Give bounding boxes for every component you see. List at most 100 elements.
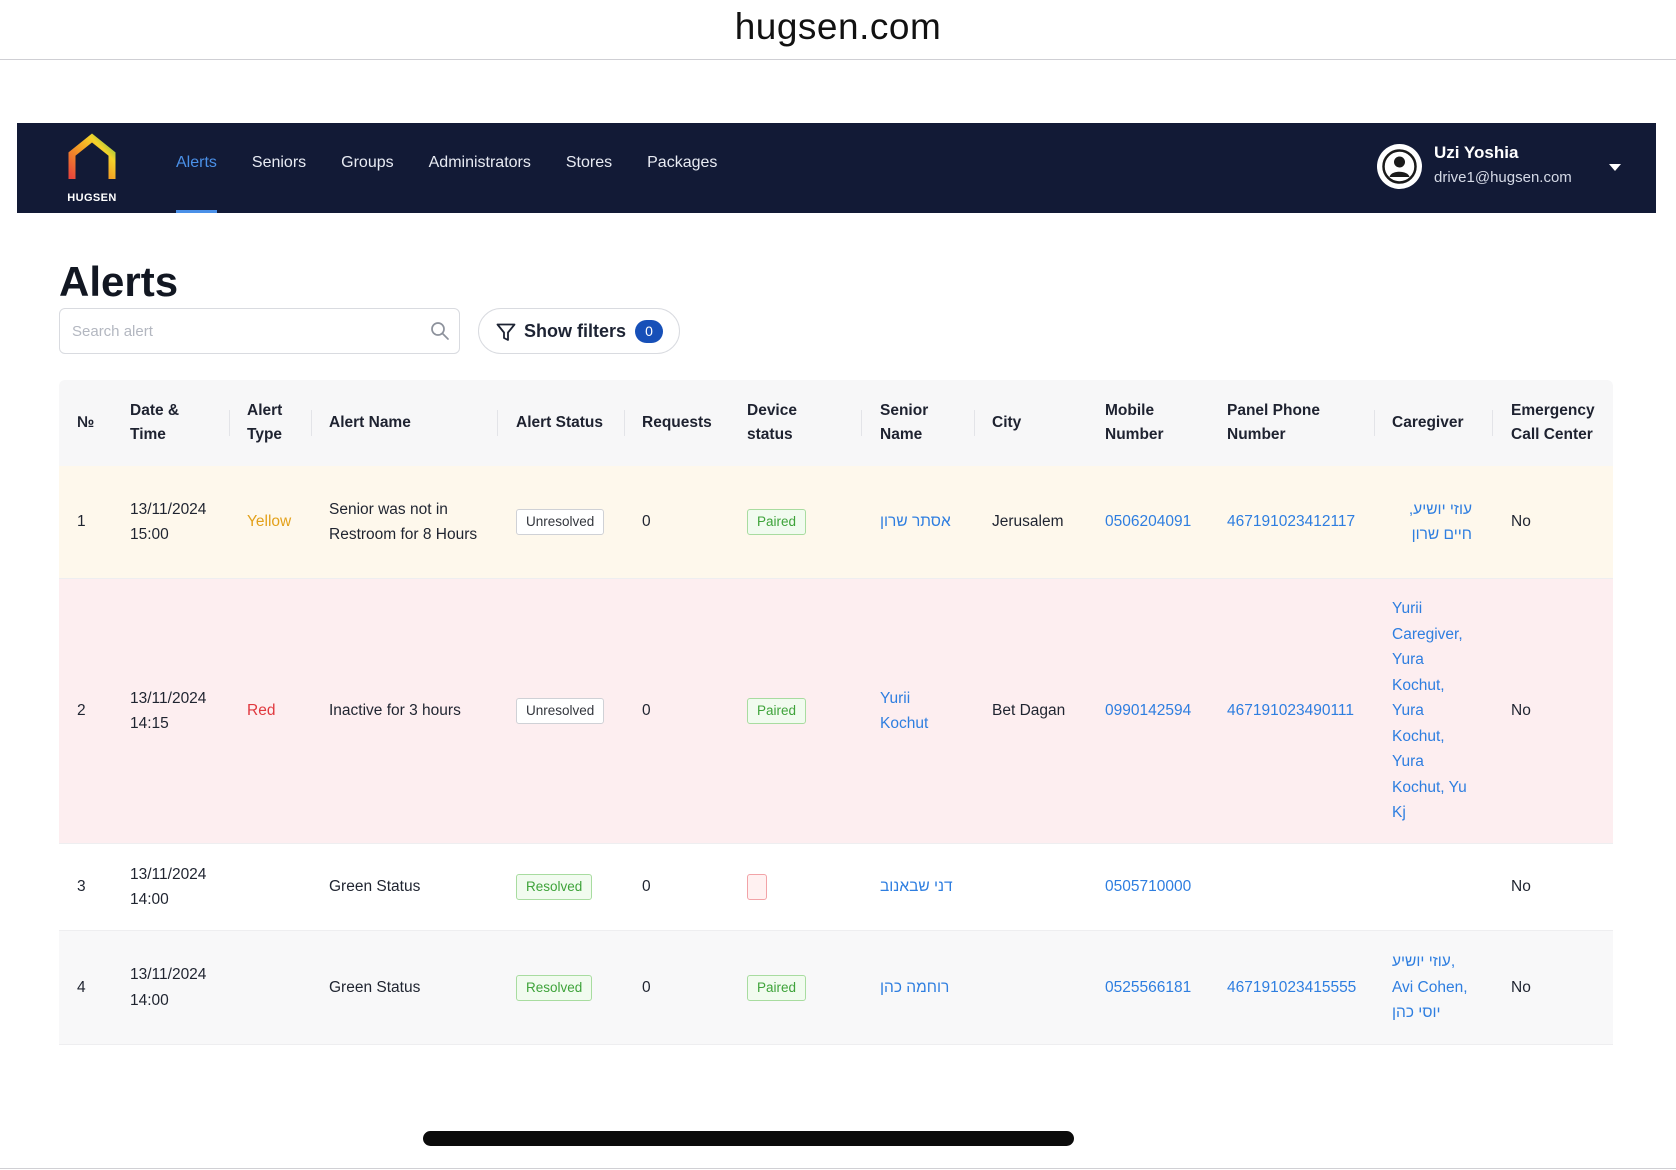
senior-name-link[interactable]: רוחמה כהן [880, 931, 970, 1044]
requests-count: 0 [642, 878, 651, 896]
city [992, 931, 1102, 1044]
column-header-senior-name[interactable]: Senior Name [880, 380, 960, 466]
mobile-number-link[interactable]: 0505710000 [1105, 844, 1191, 930]
user-circle-icon [1382, 149, 1417, 184]
nav-item-stores[interactable]: Stores [566, 123, 612, 213]
alerts-table: № Date & Time Alert Type Alert Name Aler… [59, 380, 1613, 1045]
alert-time: 14:00 [130, 891, 169, 908]
device-status-badge: Paired [747, 509, 807, 535]
nav-item-alerts[interactable]: Alerts [176, 123, 217, 213]
caregiver-link[interactable] [1392, 844, 1474, 930]
row-number: 2 [77, 702, 86, 720]
column-header-panel-phone-number[interactable]: Panel Phone Number [1227, 380, 1352, 466]
city: Bet Dagan [992, 702, 1066, 720]
panel-phone-link[interactable]: 467191023490111 [1227, 579, 1354, 843]
table-row[interactable]: 4 13/11/2024 14:00 Green Status Resolved… [59, 931, 1613, 1045]
status-badge[interactable]: Unresolved [516, 698, 605, 724]
row-number: 3 [77, 878, 86, 896]
table-row[interactable]: 2 13/11/2024 14:15 Red Inactive for 3 ho… [59, 579, 1613, 844]
show-filters-button[interactable]: Show filters 0 [478, 308, 680, 354]
alert-datetime: 13/11/2024 14:00 [130, 931, 225, 1044]
senior-name-link[interactable]: דני שבאנוב [880, 844, 970, 930]
caregiver-link[interactable]: עוזי יושיע, חיים שרון [1392, 466, 1472, 578]
column-header-no[interactable]: № [77, 380, 107, 466]
panel-phone-link[interactable]: 467191023415555 [1227, 931, 1356, 1044]
logo-text: HUGSEN [67, 192, 117, 204]
page-title: Alerts [59, 258, 179, 305]
nav-item-administrators[interactable]: Administrators [429, 123, 531, 213]
column-header-city[interactable]: City [992, 380, 1072, 466]
column-header-date-time[interactable]: Date & Time [130, 380, 205, 466]
nav-item-packages[interactable]: Packages [647, 123, 717, 213]
column-divider [1374, 410, 1375, 436]
panel-phone-link[interactable]: 467191023412117 [1227, 466, 1355, 578]
mobile-number-link[interactable]: 0525566181 [1105, 931, 1191, 1044]
column-header-requests[interactable]: Requests [642, 380, 727, 466]
row-number: 1 [77, 513, 86, 531]
search-box[interactable] [59, 308, 460, 354]
nav-item-seniors[interactable]: Seniors [252, 123, 306, 213]
browser-url-bar[interactable]: hugsen.com [0, 0, 1676, 60]
column-header-caregiver[interactable]: Caregiver [1392, 380, 1492, 466]
senior-name-link[interactable]: Yurii Kochut [880, 579, 940, 843]
column-header-alert-type[interactable]: Alert Type [247, 380, 307, 466]
bottom-divider [0, 1168, 1676, 1169]
caregiver-link[interactable]: Yurii Caregiver, Yura Kochut, Yura Kochu… [1392, 579, 1474, 843]
mobile-number-link[interactable]: 0506204091 [1105, 466, 1191, 578]
alert-type: Yellow [247, 513, 292, 531]
alert-datetime: 13/11/2024 14:15 [130, 579, 225, 843]
alert-name: Inactive for 3 hours [329, 702, 461, 720]
alert-date: 13/11/2024 [130, 865, 207, 883]
filter-count-badge: 0 [635, 320, 663, 343]
column-header-device-status[interactable]: Device status [747, 380, 837, 466]
search-icon[interactable] [430, 321, 450, 341]
device-status-badge: Paired [747, 974, 807, 1001]
show-filters-label: Show filters [524, 321, 627, 341]
alert-time: 14:00 [130, 991, 169, 1009]
column-header-alert-status[interactable]: Alert Status [516, 380, 631, 466]
senior-name-link[interactable]: אסתר שרון [880, 466, 970, 578]
caregiver-link[interactable]: עוזי יושיע, Avi Cohen, יוסי כהן [1392, 931, 1474, 1044]
requests-count: 0 [642, 513, 651, 531]
device-status [747, 844, 767, 930]
device-status-badge [747, 874, 767, 900]
alert-type: Red [247, 702, 276, 720]
home-indicator [423, 1131, 1074, 1146]
column-header-emergency-call-center[interactable]: Emergency Call Center [1511, 380, 1611, 466]
avatar[interactable] [1377, 144, 1422, 189]
device-status-badge: Paired [747, 698, 807, 724]
device-status: Paired [747, 579, 807, 843]
table-row[interactable]: 1 13/11/2024 15:00 Yellow Senior was not… [59, 466, 1613, 579]
alert-datetime: 13/11/2024 14:00 [130, 844, 225, 930]
alert-status: Resolved [516, 844, 593, 930]
search-input[interactable] [72, 309, 422, 353]
status-badge[interactable]: Unresolved [516, 509, 605, 535]
column-divider [974, 410, 975, 436]
alert-date: 13/11/2024 [130, 689, 207, 707]
alert-date: 13/11/2024 [130, 500, 207, 518]
status-badge[interactable]: Resolved [516, 874, 593, 900]
column-header-mobile-number[interactable]: Mobile Number [1105, 380, 1195, 466]
user-name: Uzi Yoshia [1434, 143, 1519, 162]
browser-url[interactable]: hugsen.com [0, 6, 1676, 48]
alert-time: 14:15 [130, 715, 169, 732]
hugsen-logo[interactable]: HUGSEN [62, 133, 122, 204]
nav-item-groups[interactable]: Groups [341, 123, 393, 213]
mobile-number-link[interactable]: 0990142594 [1105, 579, 1191, 843]
nav-menu: Alerts Seniors Groups Administrators Sto… [176, 123, 752, 213]
house-logo-icon [68, 133, 116, 179]
chevron-down-icon[interactable] [1609, 164, 1621, 171]
user-menu[interactable]: Uzi Yoshia drive1@hugsen.com [1377, 140, 1637, 196]
alert-time: 15:00 [130, 526, 169, 543]
status-badge[interactable]: Resolved [516, 974, 593, 1001]
alert-name: Green Status [329, 878, 421, 896]
city: Jerusalem [992, 513, 1064, 531]
user-email: drive1@hugsen.com [1434, 169, 1572, 186]
emergency-call-center: No [1511, 978, 1531, 996]
column-divider [497, 410, 498, 436]
alert-status: Resolved [516, 931, 593, 1044]
row-number: 4 [77, 978, 86, 996]
table-row[interactable]: 3 13/11/2024 14:00 Green Status Resolved… [59, 844, 1613, 931]
column-header-alert-name[interactable]: Alert Name [329, 380, 479, 466]
top-navbar: HUGSEN Alerts Seniors Groups Administrat… [17, 123, 1656, 213]
